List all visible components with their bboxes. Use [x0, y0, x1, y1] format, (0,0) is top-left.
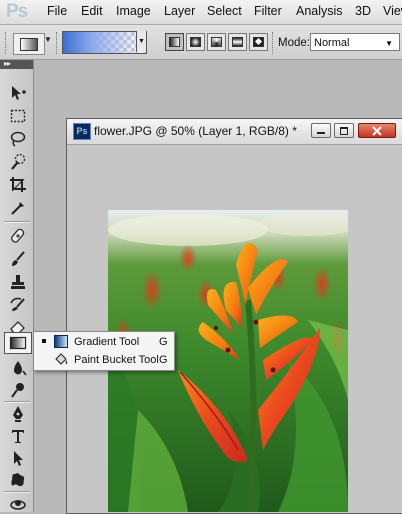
close-button[interactable]	[358, 123, 396, 138]
options-bar-grip[interactable]	[5, 32, 8, 54]
flyout-item-shortcut: G	[159, 354, 168, 366]
3d-rotate-tool-icon[interactable]	[6, 493, 30, 514]
angle-gradient-button[interactable]	[207, 33, 226, 51]
type-tool-icon[interactable]	[6, 425, 30, 446]
close-icon	[372, 126, 382, 136]
minimize-icon	[317, 132, 325, 134]
toolbox-separator	[4, 221, 30, 223]
maximize-icon	[340, 127, 348, 135]
gradient-editor-swatch[interactable]	[62, 31, 147, 54]
blur-tool-icon[interactable]	[6, 357, 30, 378]
quick-selection-tool-icon[interactable]	[6, 151, 30, 172]
menu-analysis[interactable]: Analysis	[296, 4, 343, 18]
linear-gradient-button[interactable]	[165, 33, 184, 51]
chevron-down-icon: ▼	[385, 39, 393, 48]
tool-preset-picker[interactable]	[13, 33, 45, 55]
dodge-tool-icon[interactable]	[6, 379, 30, 400]
path-selection-tool-icon[interactable]	[6, 447, 30, 468]
menu-3d[interactable]: 3D	[355, 4, 371, 18]
gradient-tool-icon[interactable]	[4, 332, 32, 354]
flyout-item-label: Gradient Tool	[74, 336, 140, 348]
crop-tool-icon[interactable]	[6, 174, 30, 195]
flyout-item-shortcut: G	[159, 336, 168, 348]
menu-file[interactable]: File	[47, 4, 67, 18]
diamond-gradient-button[interactable]	[249, 33, 268, 51]
gradient-tool-icon	[54, 335, 68, 348]
menu-view[interactable]: View	[383, 4, 402, 18]
menu-filter[interactable]: Filter	[254, 4, 282, 18]
menu-image[interactable]: Image	[116, 4, 151, 18]
reflected-gradient-button[interactable]	[228, 33, 247, 51]
angle-gradient-icon	[211, 37, 222, 47]
custom-shape-tool-icon[interactable]	[6, 469, 30, 490]
blend-mode-select[interactable]: Normal ▼	[310, 33, 400, 51]
maximize-button[interactable]	[334, 123, 354, 138]
lasso-tool-icon[interactable]	[6, 128, 30, 149]
move-tool-icon[interactable]	[6, 82, 30, 103]
flyout-item-gradient-tool[interactable]: Gradient Tool G	[34, 333, 174, 351]
document-ps-icon: Ps	[73, 123, 91, 140]
menu-select[interactable]: Select	[207, 4, 242, 18]
clone-stamp-icon[interactable]	[6, 271, 30, 292]
brush-tool-icon[interactable]	[6, 248, 30, 269]
pen-tool-icon[interactable]	[6, 403, 30, 424]
tool-flyout-menu: Gradient Tool G Paint Bucket Tool G	[33, 331, 175, 371]
minimize-button[interactable]	[311, 123, 331, 138]
history-brush-icon[interactable]	[6, 293, 30, 314]
marquee-tool-icon[interactable]	[6, 105, 30, 126]
flyout-item-label: Paint Bucket Tool	[74, 354, 159, 366]
linear-gradient-icon	[169, 37, 180, 47]
mode-label: Mode:	[278, 37, 310, 49]
gradient-picker-dropdown[interactable]: ▼	[136, 31, 146, 52]
menu-edit[interactable]: Edit	[81, 4, 103, 18]
diamond-gradient-icon	[253, 37, 264, 47]
reflected-gradient-icon	[232, 37, 243, 47]
selected-tool-marker	[42, 339, 46, 343]
flyout-item-paint-bucket-tool[interactable]: Paint Bucket Tool G	[34, 351, 174, 369]
gradient-tool-preset-icon	[20, 38, 38, 51]
options-separator	[56, 32, 59, 54]
radial-gradient-icon	[190, 37, 201, 47]
options-separator	[272, 32, 275, 54]
document-title: flower.JPG @ 50% (Layer 1, RGB/8) *	[94, 124, 297, 138]
eyedropper-tool-icon[interactable]	[6, 197, 30, 218]
photoshop-logo: Ps	[6, 1, 28, 22]
collapse-panel-icon[interactable]: ▸▸	[4, 59, 11, 68]
spot-healing-brush-icon[interactable]	[6, 225, 30, 246]
chevron-down-icon[interactable]: ▼	[44, 35, 52, 44]
radial-gradient-button[interactable]	[186, 33, 205, 51]
paint-bucket-icon	[55, 353, 68, 365]
blend-mode-value: Normal	[314, 37, 350, 49]
menu-layer[interactable]: Layer	[164, 4, 195, 18]
